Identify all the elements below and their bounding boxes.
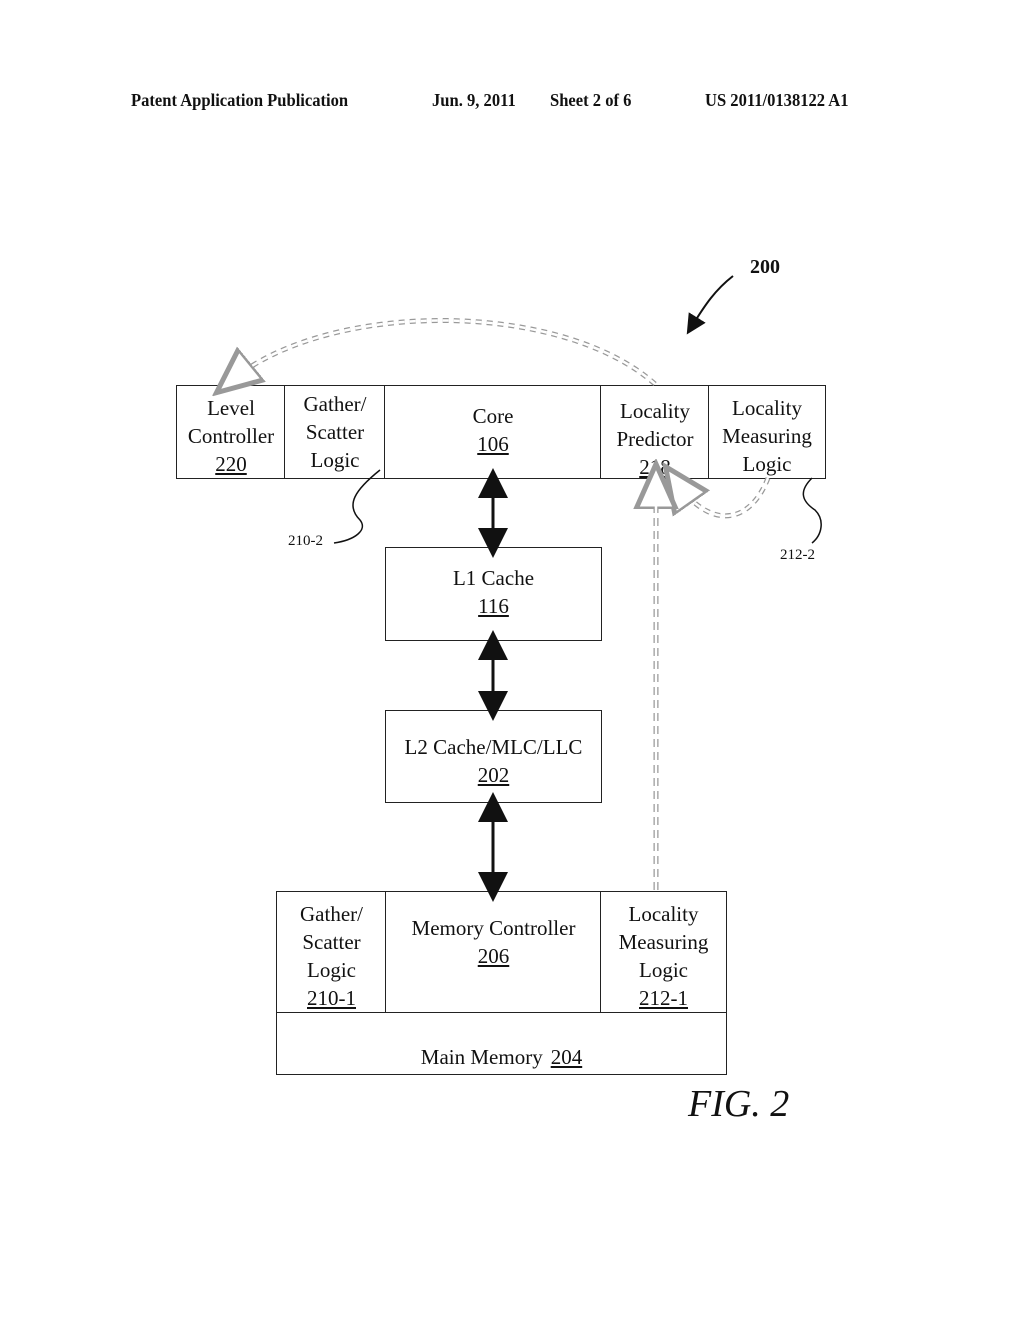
level-controller-block: Level Controller 220: [176, 385, 286, 479]
measuring-to-predictor-arrow: [677, 478, 771, 519]
l1-cache-block: L1 Cache 116: [385, 547, 602, 641]
block-label: Locality: [732, 396, 802, 420]
block-number: 204: [550, 1044, 583, 1069]
block-label: Scatter: [305, 420, 365, 444]
block-label: Level: [207, 396, 255, 420]
block-number: 218: [639, 455, 671, 479]
block-label: Memory Controller: [411, 916, 576, 940]
header-publication: Patent Application Publication: [131, 90, 349, 110]
block-label: Logic: [639, 958, 688, 982]
block-label: Logic: [742, 452, 792, 476]
callout-label-212-2: 212-2: [780, 547, 815, 563]
block-label: Measuring: [618, 930, 709, 954]
block-label: Predictor: [616, 427, 694, 451]
gather-scatter-logic-top-block: Gather/ Scatter Logic: [284, 385, 386, 479]
block-label: Measuring: [722, 424, 812, 448]
gather-scatter-logic-bottom-block: Gather/ Scatter Logic 210-1: [276, 891, 387, 1013]
block-label: Locality: [628, 902, 699, 926]
block-label: Main Memory: [420, 1044, 543, 1069]
figure-ref-number: 200: [750, 256, 780, 278]
callout-label-210-2: 210-2: [288, 533, 323, 549]
block-label: Core: [472, 404, 514, 428]
predictor-to-level-controller-arrow: [232, 318, 657, 384]
block-label: L1 Cache: [452, 566, 535, 590]
memory-controller-block: Memory Controller 206: [385, 891, 602, 1013]
callout-line-212-2: [802, 477, 822, 544]
main-memory-block: Main Memory 204: [276, 1012, 727, 1075]
locality-measuring-logic-bottom-block: Locality Measuring Logic 212-1: [600, 891, 727, 1013]
block-number: 106: [477, 432, 509, 456]
block-label: L2 Cache/MLC/LLC: [404, 735, 583, 759]
block-label: Locality: [620, 399, 690, 423]
block-number: 210-1: [307, 986, 356, 1010]
core-block: Core 106: [384, 385, 602, 479]
header-date: Jun. 9, 2011: [432, 90, 516, 110]
block-label: Gather/: [303, 392, 367, 416]
figure-ref-arrow: [686, 275, 734, 335]
block-number: 220: [215, 452, 247, 476]
l2-cache-block: L2 Cache/MLC/LLC 202: [385, 710, 602, 803]
block-label: Logic: [310, 448, 360, 472]
block-label: Controller: [187, 424, 275, 448]
connectors-overlay: [0, 275, 822, 902]
header-patent-number: US 2011/0138122 A1: [705, 90, 849, 110]
block-number: 202: [477, 763, 510, 787]
callout-line-210-2: [333, 469, 381, 544]
block-number: 206: [477, 944, 510, 968]
block-number: 212-1: [639, 986, 688, 1010]
locality-predictor-block: Locality Predictor 218: [600, 385, 710, 479]
block-label: Scatter: [302, 930, 361, 954]
block-label: Gather/: [300, 902, 363, 926]
locality-measuring-logic-top-block: Locality Measuring Logic: [708, 385, 826, 479]
header-sheet: Sheet 2 of 6: [550, 90, 632, 110]
block-label: Logic: [307, 958, 356, 982]
block-number: 116: [478, 594, 509, 618]
figure-label: FIG. 2: [688, 1083, 790, 1125]
